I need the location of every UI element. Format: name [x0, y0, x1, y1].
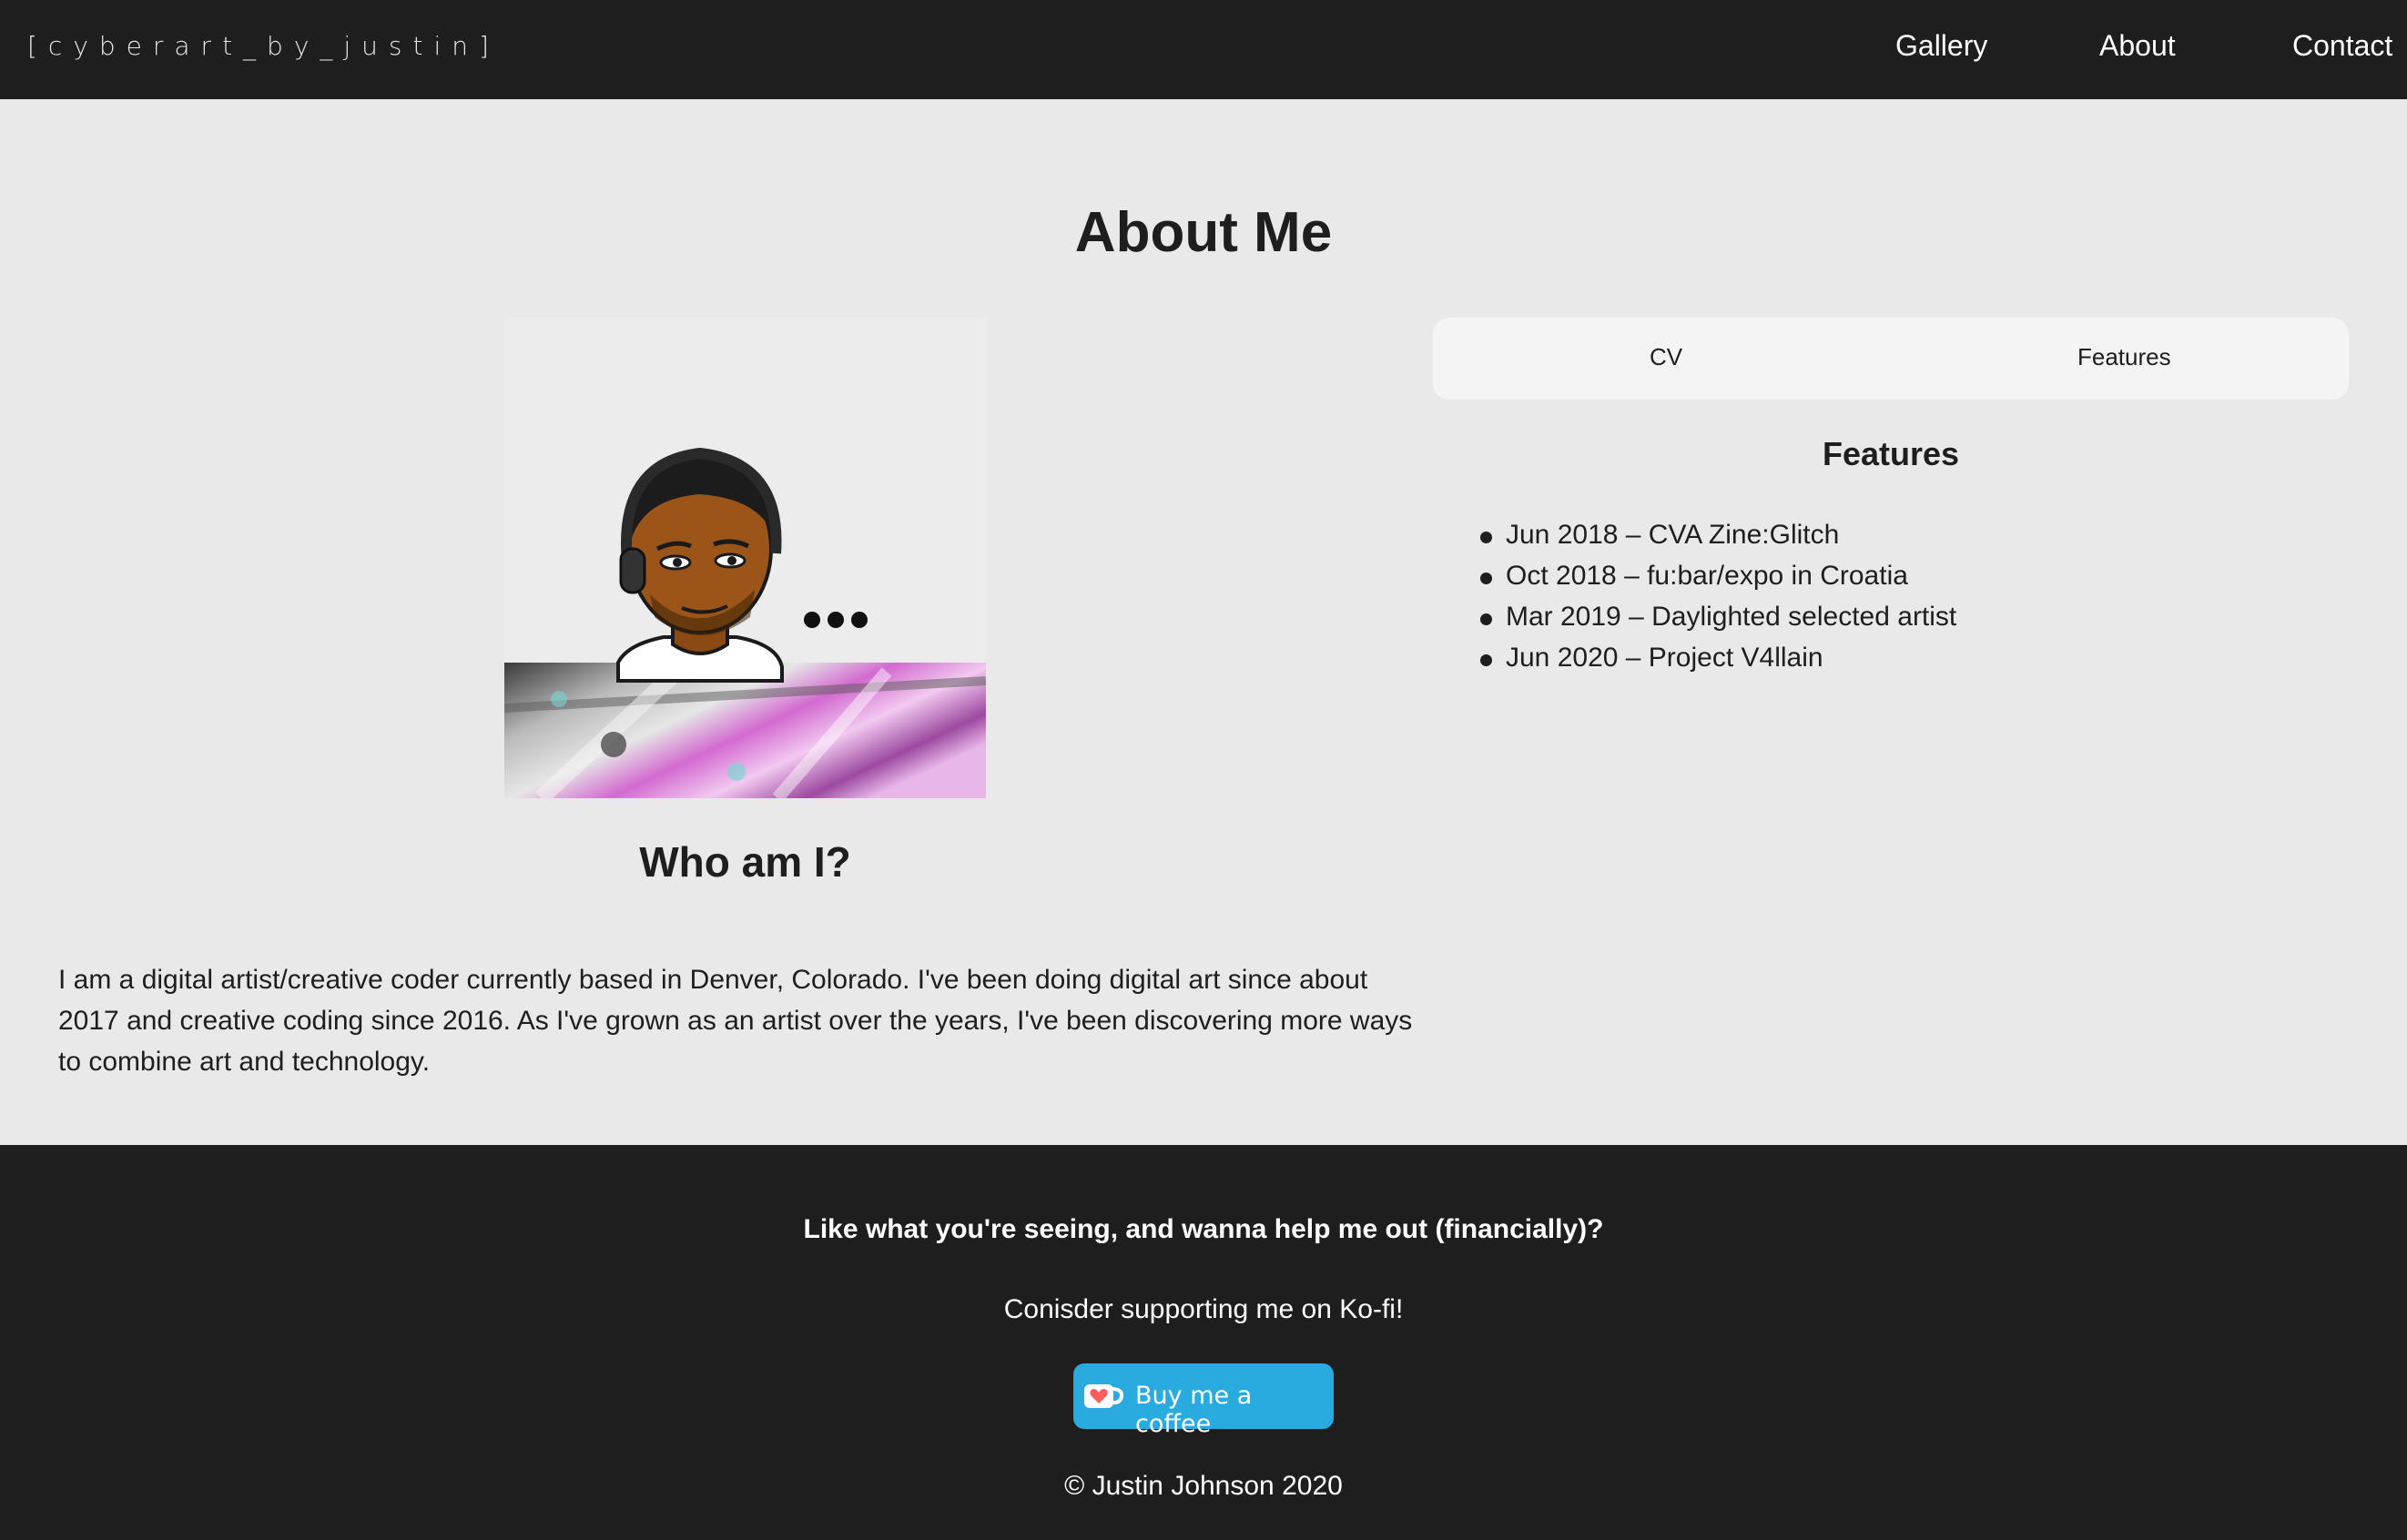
profile-bio: I am a digital artist/creative coder cur… — [58, 965, 1413, 1077]
list-item: Mar 2019 – Daylighted selected artist — [1480, 596, 1956, 637]
tab-cv[interactable]: CV — [1650, 343, 1682, 371]
footer-subtext: Conisder supporting me on Ko-fi! — [1003, 1294, 1404, 1324]
nav-about-link[interactable]: About — [2099, 29, 2176, 63]
profile-heading: Who am I? — [639, 838, 851, 886]
site-brand[interactable]: [cyberart_by_justin] — [27, 31, 500, 61]
nav-gallery-link[interactable]: Gallery — [1895, 29, 1987, 63]
list-item: Jun 2020 – Project V4llain — [1480, 637, 1956, 678]
kofi-button-label: Buy me a coffee — [1135, 1382, 1253, 1438]
copyright-text: © Justin Johnson 2020 — [1064, 1471, 1343, 1501]
features-list: Jun 2018 – CVA Zine:Glitch Oct 2018 – fu… — [1480, 514, 1956, 678]
list-item: Oct 2018 – fu:bar/expo in Croatia — [1480, 555, 1956, 596]
nav-contact-link[interactable]: Contact — [2292, 29, 2392, 63]
kofi-cup-heart-icon — [1082, 1382, 1124, 1415]
tab-bar: CV Features — [1433, 318, 2349, 400]
page-title: About Me — [1074, 201, 1333, 264]
top-nav-bar: [cyberart_by_justin] Gallery About Conta… — [0, 0, 2407, 99]
profile-avatar-image — [504, 317, 986, 798]
kofi-button[interactable]: Buy me a coffee — [1073, 1363, 1334, 1438]
features-heading: Features — [1822, 435, 1960, 472]
list-item: Jun 2018 – CVA Zine:Glitch — [1480, 514, 1956, 555]
bitmoji-avatar-icon — [504, 317, 986, 798]
site-footer: Like what you're seeing, and wanna help … — [0, 1145, 2407, 1540]
footer-heading: Like what you're seeing, and wanna help … — [803, 1214, 1604, 1244]
tab-features[interactable]: Features — [2077, 343, 2171, 371]
